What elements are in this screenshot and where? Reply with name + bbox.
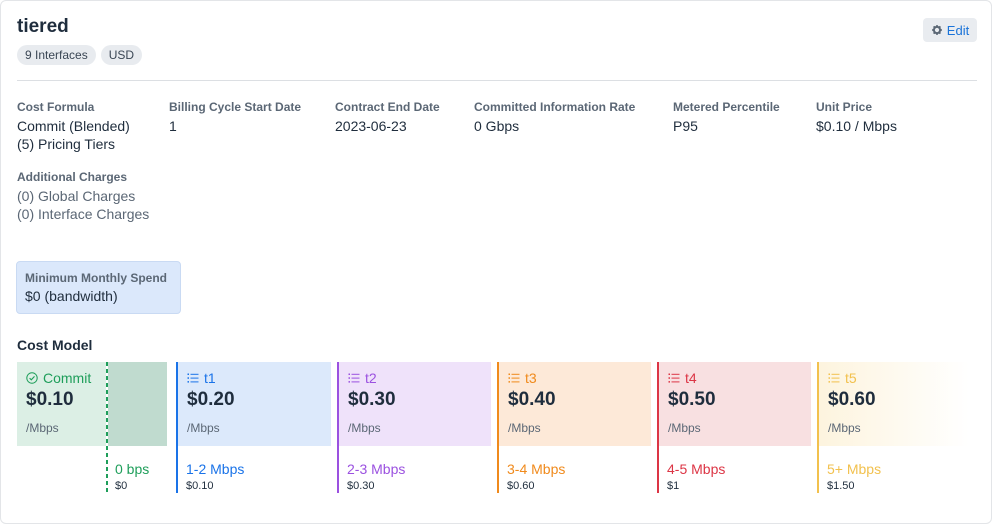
- cost-formula-label: Cost Formula: [17, 100, 95, 114]
- metered-percentile-field: Metered Percentile P95: [673, 100, 780, 135]
- minimum-monthly-spend-value: $0 (bandwidth): [25, 288, 118, 304]
- tier-cost: $1.50: [827, 480, 855, 492]
- commit-price: $0.10: [26, 389, 74, 410]
- cir-label: Committed Information Rate: [474, 100, 636, 114]
- pricing-tiers-value: (5) Pricing Tiers: [17, 136, 116, 152]
- tier-box: t3 $0.40 /Mbps: [499, 362, 651, 446]
- unit-price-value: $0.10 / Mbps: [816, 118, 897, 134]
- tier-unit: /Mbps: [348, 421, 381, 435]
- tag-list: 9 Interfaces USD: [17, 45, 143, 65]
- contract-end-value: 2023-06-23: [335, 118, 407, 134]
- list-icon: [828, 373, 840, 383]
- commit-fill: [108, 362, 167, 446]
- tier-unit: /Mbps: [187, 421, 220, 435]
- additional-charges-label: Additional Charges: [17, 170, 128, 184]
- contract-end-label: Contract End Date: [335, 100, 440, 114]
- edit-button[interactable]: Edit: [923, 18, 977, 42]
- billing-cycle-field: Billing Cycle Start Date 1: [169, 100, 301, 135]
- tier-box: t4 $0.50 /Mbps: [659, 362, 811, 446]
- tier-price: $0.40: [508, 389, 556, 410]
- tier-range: 3-4 Mbps: [507, 461, 566, 477]
- tier-cost: $0.10: [186, 480, 214, 492]
- cost-model-title: Cost Model: [17, 337, 93, 353]
- unit-price-field: Unit Price $0.10 / Mbps: [816, 100, 897, 135]
- tier-unit: /Mbps: [828, 421, 861, 435]
- tier-box: t5 $0.60 /Mbps: [819, 362, 969, 446]
- tier-price: $0.30: [348, 389, 396, 410]
- tier-label: t2: [365, 370, 377, 386]
- header-divider: [17, 80, 977, 81]
- tier-label: t5: [845, 370, 857, 386]
- billing-cycle-value: 1: [169, 118, 177, 134]
- edit-label: Edit: [946, 22, 970, 38]
- global-charges-link[interactable]: (0) Global Charges: [17, 187, 149, 205]
- list-icon: [508, 373, 520, 383]
- tier-price: $0.20: [187, 389, 235, 410]
- contract-end-field: Contract End Date 2023-06-23: [335, 100, 440, 135]
- cir-field: Committed Information Rate 0 Gbps: [474, 100, 635, 135]
- tier-label: t4: [685, 370, 697, 386]
- commit-range: 0 bps: [115, 461, 150, 477]
- interface-charges-link[interactable]: (0) Interface Charges: [17, 205, 149, 223]
- minimum-monthly-spend-label: Minimum Monthly Spend: [25, 271, 167, 285]
- commit-marker-line: [106, 362, 108, 493]
- cost-formula-value: Commit (Blended): [17, 118, 130, 134]
- list-icon: [348, 373, 360, 383]
- billing-cycle-label: Billing Cycle Start Date: [169, 100, 302, 114]
- cost-formula-field: Cost Formula Commit (Blended) (5) Pricin…: [17, 100, 130, 153]
- cost-profile-card: tiered 9 Interfaces USD Edit Cost Formul…: [0, 0, 992, 524]
- currency-tag: USD: [100, 45, 143, 65]
- metered-percentile-label: Metered Percentile: [673, 100, 780, 114]
- tier-label: t3: [525, 370, 537, 386]
- metered-percentile-value: P95: [673, 118, 698, 134]
- gear-icon: [931, 24, 942, 36]
- tier-cost: $1: [667, 480, 680, 492]
- tier-unit: /Mbps: [508, 421, 541, 435]
- tier-box: t1 $0.20 /Mbps: [178, 362, 331, 446]
- list-icon: [668, 373, 680, 383]
- tier-cost: $0.60: [507, 480, 535, 492]
- profile-title: tiered: [17, 16, 69, 37]
- tier-range: 5+ Mbps: [827, 461, 882, 477]
- additional-charges-field: Additional Charges (0) Global Charges (0…: [17, 170, 149, 223]
- list-icon: [187, 373, 199, 383]
- tier-price: $0.60: [828, 389, 876, 410]
- tier-unit: /Mbps: [668, 421, 701, 435]
- cir-value: 0 Gbps: [474, 118, 520, 134]
- tier-cost: $0.30: [347, 480, 375, 492]
- commit-unit: /Mbps: [26, 421, 59, 435]
- commit-cost: $0: [115, 480, 128, 492]
- unit-price-label: Unit Price: [816, 100, 873, 114]
- tier-range: 2-3 Mbps: [347, 461, 406, 477]
- tier-label: t1: [204, 370, 216, 386]
- commit-label: Commit: [43, 370, 92, 386]
- commit-box: Commit $0.10 /Mbps: [17, 362, 106, 446]
- tier-range: 4-5 Mbps: [667, 461, 726, 477]
- interfaces-tag: 9 Interfaces: [17, 45, 96, 65]
- tier-box: t2 $0.30 /Mbps: [339, 362, 491, 446]
- tier-price: $0.50: [668, 389, 716, 410]
- check-circle-icon: [26, 372, 38, 384]
- minimum-monthly-spend-box: Minimum Monthly Spend $0 (bandwidth): [16, 261, 181, 314]
- tier-range: 1-2 Mbps: [186, 461, 245, 477]
